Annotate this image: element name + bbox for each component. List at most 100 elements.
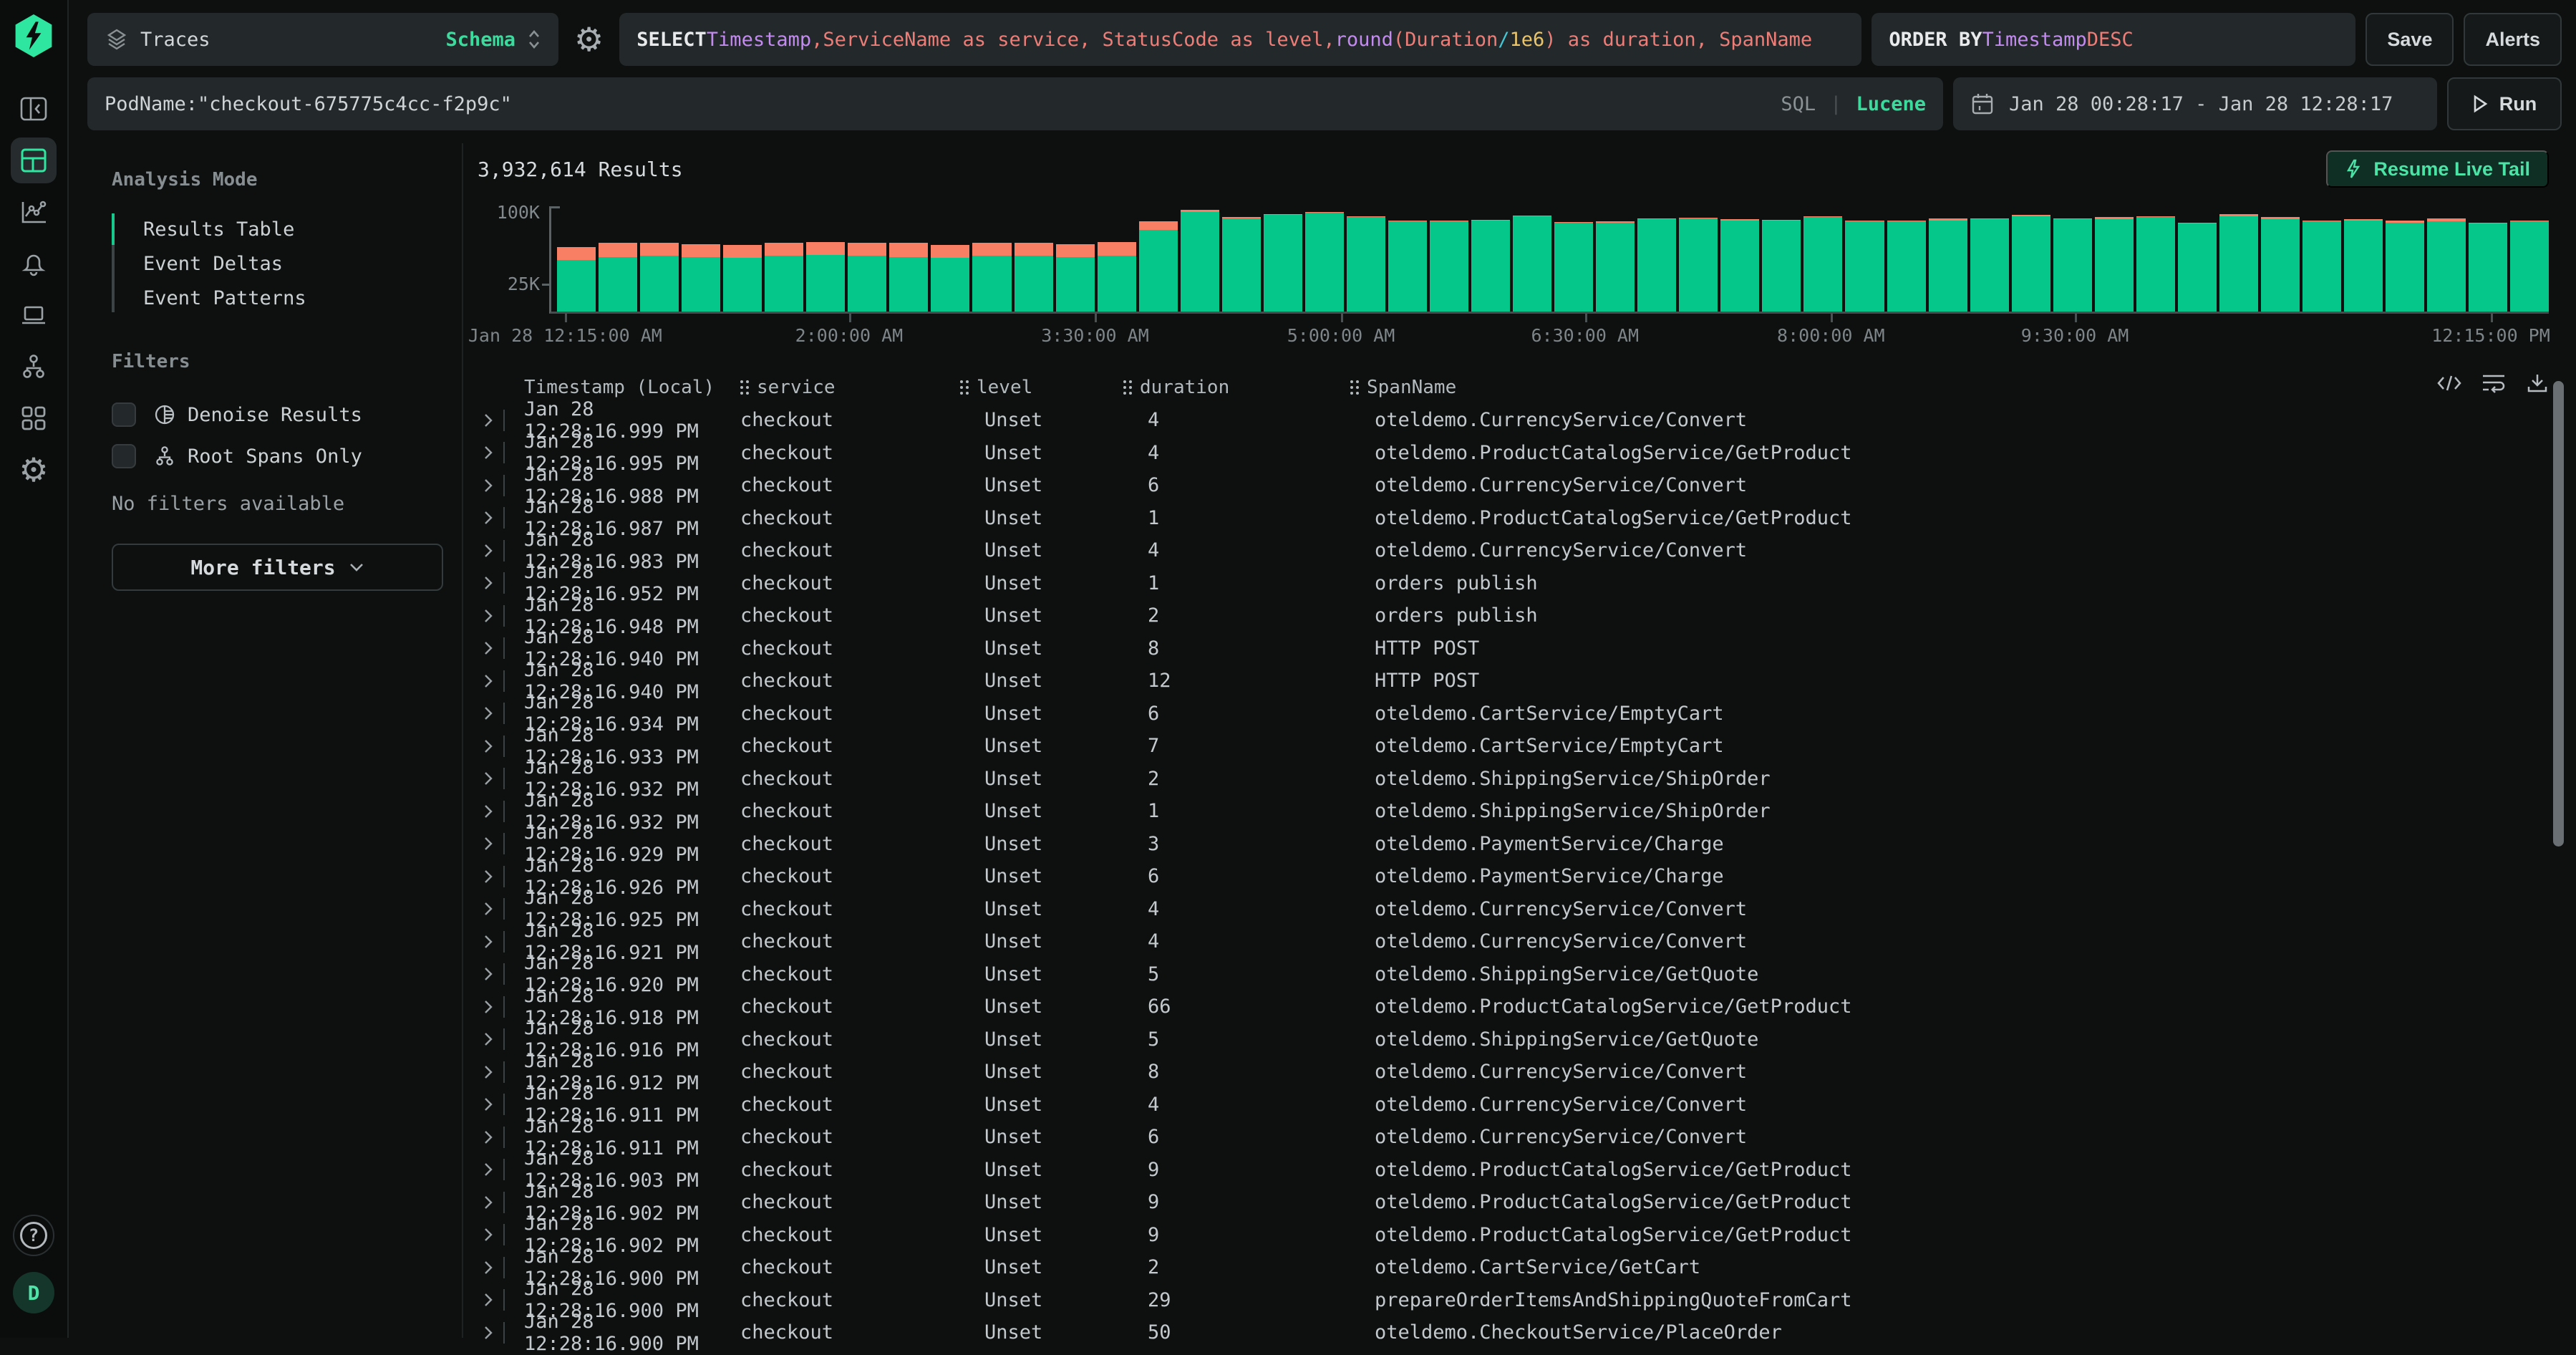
table-row[interactable]: Jan 28 12:28:16.912 PMcheckoutUnset8otel… <box>478 1056 2549 1089</box>
histogram-bar[interactable] <box>1929 218 1967 312</box>
histogram-bar[interactable] <box>1430 221 1468 312</box>
histogram-bar[interactable] <box>1887 221 1926 312</box>
services-tree-icon[interactable] <box>11 344 57 390</box>
order-by-input[interactable]: ORDER BY Timestamp DESC <box>1872 13 2355 66</box>
histogram-bar[interactable] <box>806 242 845 312</box>
histogram-bar[interactable] <box>889 243 928 312</box>
table-row[interactable]: Jan 28 12:28:16.995 PMcheckoutUnset4otel… <box>478 437 2549 470</box>
row-expand-chevron-icon[interactable] <box>483 833 509 854</box>
row-expand-chevron-icon[interactable] <box>483 996 509 1018</box>
run-button[interactable]: Run <box>2447 77 2562 130</box>
histogram-bar[interactable] <box>2344 219 2383 312</box>
dashboards-grid-icon[interactable] <box>11 395 57 441</box>
table-row[interactable]: Jan 28 12:28:16.948 PMcheckoutUnset2orde… <box>478 599 2549 632</box>
histogram-bar[interactable] <box>1388 221 1427 312</box>
lang-toggle-lucene[interactable]: Lucene <box>1856 93 1926 115</box>
histogram-bar[interactable] <box>1637 218 1676 312</box>
row-expand-chevron-icon[interactable] <box>483 475 509 496</box>
row-expand-chevron-icon[interactable] <box>483 1159 509 1180</box>
checkbox[interactable] <box>112 444 136 468</box>
wrap-text-icon[interactable] <box>2481 372 2506 394</box>
histogram-bar[interactable] <box>2219 214 2258 312</box>
column-header-duration[interactable]: duration <box>1123 377 1350 398</box>
table-row[interactable]: Jan 28 12:28:16.940 PMcheckoutUnset12HTT… <box>478 665 2549 698</box>
table-row[interactable]: Jan 28 12:28:16.911 PMcheckoutUnset4otel… <box>478 1089 2549 1122</box>
row-expand-chevron-icon[interactable] <box>483 703 509 724</box>
date-range-picker[interactable]: Jan 28 00:28:17 - Jan 28 12:28:17 <box>1953 77 2437 130</box>
histogram-bar[interactable] <box>2012 215 2050 312</box>
collapse-sidebar-icon[interactable] <box>11 86 57 132</box>
row-expand-chevron-icon[interactable] <box>483 801 509 822</box>
histogram-bar[interactable] <box>1554 222 1593 312</box>
histogram-bar[interactable] <box>599 243 637 312</box>
row-expand-chevron-icon[interactable] <box>483 768 509 789</box>
settings-gear-icon[interactable]: ⚙ <box>11 447 57 493</box>
table-row[interactable]: Jan 28 12:28:16.940 PMcheckoutUnset8HTTP… <box>478 632 2549 665</box>
table-row[interactable]: Jan 28 12:28:16.988 PMcheckoutUnset6otel… <box>478 469 2549 502</box>
table-row[interactable]: Jan 28 12:28:16.920 PMcheckoutUnset5otel… <box>478 958 2549 991</box>
table-row[interactable]: Jan 28 12:28:16.929 PMcheckoutUnset3otel… <box>478 828 2549 861</box>
histogram-bar[interactable] <box>1970 218 2009 312</box>
row-expand-chevron-icon[interactable] <box>483 572 509 594</box>
column-header-level[interactable]: level <box>960 377 1123 398</box>
row-expand-chevron-icon[interactable] <box>483 540 509 561</box>
table-row[interactable]: Jan 28 12:28:16.999 PMcheckoutUnset4otel… <box>478 404 2549 437</box>
histogram-bar[interactable] <box>723 245 762 312</box>
histogram-bar[interactable] <box>1222 217 1261 312</box>
histogram-bar[interactable] <box>2303 221 2341 312</box>
table-row[interactable]: Jan 28 12:28:16.952 PMcheckoutUnset1orde… <box>478 567 2549 600</box>
histogram-bar[interactable] <box>557 247 596 312</box>
histogram-bar[interactable] <box>1679 218 1718 312</box>
histogram-bar[interactable] <box>1264 214 1302 312</box>
histogram-bar[interactable] <box>2095 217 2134 312</box>
column-header-spanname[interactable]: SpanName <box>1350 377 2549 398</box>
column-header-service[interactable]: service <box>740 377 960 398</box>
sessions-laptop-icon[interactable] <box>11 292 57 338</box>
histogram-bar[interactable] <box>1513 216 1551 312</box>
analysis-mode-item[interactable]: Results Table <box>112 212 443 246</box>
drag-grip-icon[interactable] <box>740 380 750 395</box>
histogram-bar[interactable] <box>2510 221 2549 312</box>
histogram-bar[interactable] <box>2427 218 2466 312</box>
table-row[interactable]: Jan 28 12:28:16.918 PMcheckoutUnset66ote… <box>478 990 2549 1023</box>
histogram-bar[interactable] <box>1098 242 1136 312</box>
row-expand-chevron-icon[interactable] <box>483 1061 509 1083</box>
histogram-bar[interactable] <box>931 245 969 312</box>
vertical-scrollbar[interactable] <box>2553 381 2564 847</box>
row-expand-chevron-icon[interactable] <box>483 1127 509 1148</box>
sql-select-input[interactable]: SELECT Timestamp, ServiceName as service… <box>619 13 1861 66</box>
alerts-button[interactable]: Alerts <box>2464 13 2562 66</box>
histogram-bar[interactable] <box>1471 220 1510 312</box>
histogram-bar[interactable] <box>2386 221 2424 312</box>
row-expand-chevron-icon[interactable] <box>483 670 509 692</box>
table-row[interactable]: Jan 28 12:28:16.921 PMcheckoutUnset4otel… <box>478 925 2549 958</box>
code-icon[interactable] <box>2437 372 2461 394</box>
user-avatar[interactable]: D <box>13 1272 54 1313</box>
row-expand-chevron-icon[interactable] <box>483 1289 509 1311</box>
table-row[interactable]: Jan 28 12:28:16.933 PMcheckoutUnset7otel… <box>478 730 2549 763</box>
row-expand-chevron-icon[interactable] <box>483 1322 509 1344</box>
histogram-bar[interactable] <box>2053 218 2092 312</box>
histogram-bar[interactable] <box>1845 221 1884 312</box>
table-row[interactable]: Jan 28 12:28:16.916 PMcheckoutUnset5otel… <box>478 1023 2549 1056</box>
app-logo[interactable] <box>14 14 54 57</box>
source-select[interactable]: Traces Schema <box>87 13 558 66</box>
histogram-bar[interactable] <box>640 243 679 312</box>
histogram-bar[interactable] <box>1305 212 1344 312</box>
table-row[interactable]: Jan 28 12:28:16.932 PMcheckoutUnset2otel… <box>478 763 2549 796</box>
analysis-mode-item[interactable]: Event Deltas <box>112 246 443 281</box>
source-settings-gear-icon[interactable]: ⚙ <box>568 23 609 56</box>
chart-explorer-icon[interactable] <box>11 189 57 235</box>
events-histogram[interactable]: 100K 25K Jan 28 12:15:00 AM2:00:00 AM3:3… <box>483 206 2549 349</box>
checkbox[interactable] <box>112 402 136 427</box>
histogram-bar[interactable] <box>1015 243 1053 312</box>
table-row[interactable]: Jan 28 12:28:16.902 PMcheckoutUnset9otel… <box>478 1186 2549 1219</box>
resume-live-tail-button[interactable]: Resume Live Tail <box>2326 150 2549 188</box>
table-row[interactable]: Jan 28 12:28:16.902 PMcheckoutUnset9otel… <box>478 1219 2549 1252</box>
histogram-bar[interactable] <box>2136 216 2175 312</box>
row-expand-chevron-icon[interactable] <box>483 605 509 627</box>
table-row[interactable]: Jan 28 12:28:16.987 PMcheckoutUnset1otel… <box>478 502 2549 535</box>
histogram-bar[interactable] <box>1720 219 1759 312</box>
histogram-bar[interactable] <box>2178 223 2217 312</box>
drag-grip-icon[interactable] <box>960 380 969 395</box>
